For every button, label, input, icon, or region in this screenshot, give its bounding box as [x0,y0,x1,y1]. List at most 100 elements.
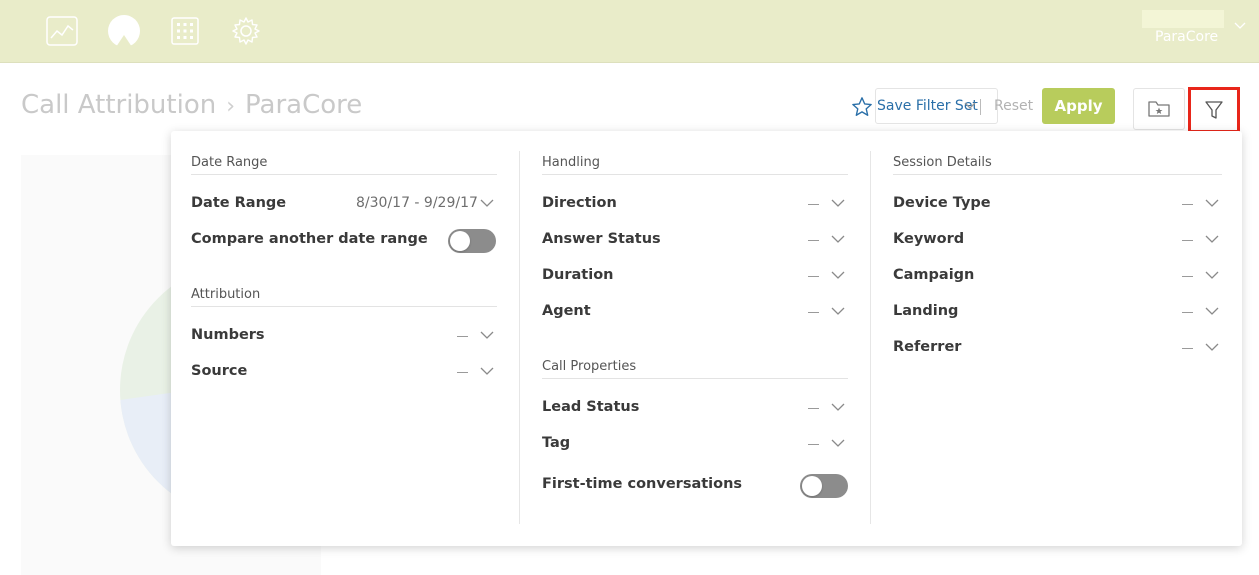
save-filter-set-dropdown[interactable]: Save Filter Set [875,88,998,124]
source-filter[interactable]: Source [191,359,497,387]
section-title-handling: Handling [542,155,600,170]
date-range-filter[interactable]: Date Range 8/30/17 - 9/29/17 [191,191,497,219]
chevron-down-icon [1205,199,1219,207]
section-rule [542,174,848,175]
chart-icon[interactable] [45,14,79,48]
account-menu[interactable]: ParaCore [1142,10,1252,50]
empty-value-dash [1182,240,1193,241]
numbers-filter[interactable]: Numbers [191,323,497,351]
empty-value-dash [1182,348,1193,349]
compare-date-range-row: Compare another date range [191,227,497,255]
chevron-down-icon [1205,343,1219,351]
folder-star-icon [1148,101,1170,117]
section-title-call-properties: Call Properties [542,359,637,374]
lead-status-filter[interactable]: Lead Status [542,395,848,423]
chevron-down-icon [831,235,845,243]
compare-date-range-label: Compare another date range [191,231,428,247]
date-range-label: Date Range [191,195,287,211]
section-title-date-range: Date Range [191,155,268,170]
first-time-conversations-toggle[interactable] [800,474,848,498]
empty-value-dash [808,204,819,205]
agent-filter[interactable]: Agent [542,299,848,327]
page-title: Call Attribution › ParaCore [21,90,362,120]
empty-value-dash [808,444,819,445]
save-filter-set-label: Save Filter Set [877,98,978,114]
empty-value-dash [457,336,468,337]
chevron-down-icon [1205,307,1219,315]
empty-value-dash [808,276,819,277]
breadcrumb-separator: › [226,94,236,119]
device-type-label: Device Type [893,195,991,211]
gear-icon[interactable] [229,14,263,48]
chevron-down-icon [831,403,845,411]
agent-label: Agent [542,303,591,319]
filter-icon [1205,101,1223,119]
keyword-label: Keyword [893,231,965,247]
empty-value-dash [1182,276,1193,277]
chevron-down-icon [831,199,845,207]
star-icon[interactable] [851,96,873,118]
duration-filter[interactable]: Duration [542,263,848,291]
empty-value-dash [457,372,468,373]
compare-date-range-toggle[interactable] [448,229,496,253]
first-time-conversations-row: First-time conversations [542,472,848,500]
section-rule [893,174,1222,175]
campaign-label: Campaign [893,267,975,283]
referrer-label: Referrer [893,339,962,355]
chevron-down-icon [831,439,845,447]
column-divider [519,151,520,524]
filter-button[interactable] [1188,87,1240,133]
reset-button[interactable]: Reset [994,98,1033,114]
source-label: Source [191,363,248,379]
empty-value-dash [808,240,819,241]
direction-filter[interactable]: Direction [542,191,848,219]
section-rule [542,378,848,379]
answer-status-filter[interactable]: Answer Status [542,227,848,255]
chevron-down-icon [964,102,976,109]
empty-value-dash [808,408,819,409]
chevron-down-icon [1234,22,1246,29]
referrer-filter[interactable]: Referrer [893,335,1222,363]
tag-label: Tag [542,435,571,451]
lead-status-label: Lead Status [542,399,640,415]
tag-filter[interactable]: Tag [542,431,848,459]
logo-icon[interactable] [107,14,141,48]
column-divider [870,151,871,524]
chevron-down-icon [831,307,845,315]
account-name: ParaCore [1155,29,1219,45]
chevron-down-icon [480,331,494,339]
account-avatar [1142,10,1224,28]
apply-button[interactable]: Apply [1042,88,1115,124]
answer-status-label: Answer Status [542,231,661,247]
section-title-attribution: Attribution [191,287,261,302]
empty-value-dash [1182,204,1193,205]
empty-value-dash [1182,312,1193,313]
chevron-down-icon [831,271,845,279]
first-time-conversations-label: First-time conversations [542,476,743,492]
apps-icon[interactable] [168,14,202,48]
landing-filter[interactable]: Landing [893,299,1222,327]
landing-label: Landing [893,303,959,319]
section-title-session-details: Session Details [893,155,992,170]
empty-value-dash [808,312,819,313]
date-range-value: 8/30/17 - 9/29/17 [356,195,478,211]
toggle-knob [802,476,822,496]
page-title-text: Call Attribution [21,90,217,120]
keyword-filter[interactable]: Keyword [893,227,1222,255]
chevron-down-icon [480,367,494,375]
chevron-down-icon [1205,271,1219,279]
direction-label: Direction [542,195,617,211]
chevron-down-icon [1205,235,1219,243]
toggle-knob [450,231,470,251]
filter-panel: Date Range Date Range 8/30/17 - 9/29/17 … [171,131,1242,546]
numbers-label: Numbers [191,327,265,343]
campaign-filter[interactable]: Campaign [893,263,1222,291]
saved-filters-button[interactable] [1133,88,1185,130]
device-type-filter[interactable]: Device Type [893,191,1222,219]
section-rule [191,306,497,307]
divider [980,99,981,115]
chevron-down-icon [480,199,494,207]
page-subtitle: ParaCore [245,90,363,120]
section-rule [191,174,497,175]
duration-label: Duration [542,267,614,283]
